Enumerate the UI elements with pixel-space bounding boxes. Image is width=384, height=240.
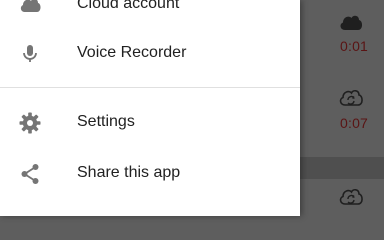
cloud-icon [20,0,41,12]
cloud-sync-icon [339,89,363,106]
gear-icon [19,112,41,134]
cloud-sync-icon [339,188,363,205]
microphone-icon [23,45,37,62]
selected-row-highlight [300,157,384,179]
drawer-item-voice-recorder[interactable]: Voice Recorder [0,29,300,79]
drawer-item-label: Share this app [77,164,181,181]
drawer-item-settings[interactable]: Settings [0,98,300,148]
recording-row[interactable] [300,183,384,216]
recording-duration: 0:01 [340,38,369,54]
recording-row[interactable]: 0:07 [300,86,384,136]
cloud-icon [340,15,363,30]
drawer-item-cloud-account[interactable]: Cloud account [0,0,300,30]
drawer-divider [0,87,300,88]
navigation-drawer: Cloud account Voice Recorder Settings Sh… [0,0,300,216]
drawer-item-share-app[interactable]: Share this app [0,149,300,199]
drawer-item-label: Settings [77,113,135,130]
share-icon [21,164,39,184]
drawer-item-label: Cloud account [77,0,180,12]
drawer-item-label: Voice Recorder [77,44,187,61]
recording-row[interactable]: 0:01 [300,8,384,56]
recording-duration: 0:07 [340,115,369,131]
